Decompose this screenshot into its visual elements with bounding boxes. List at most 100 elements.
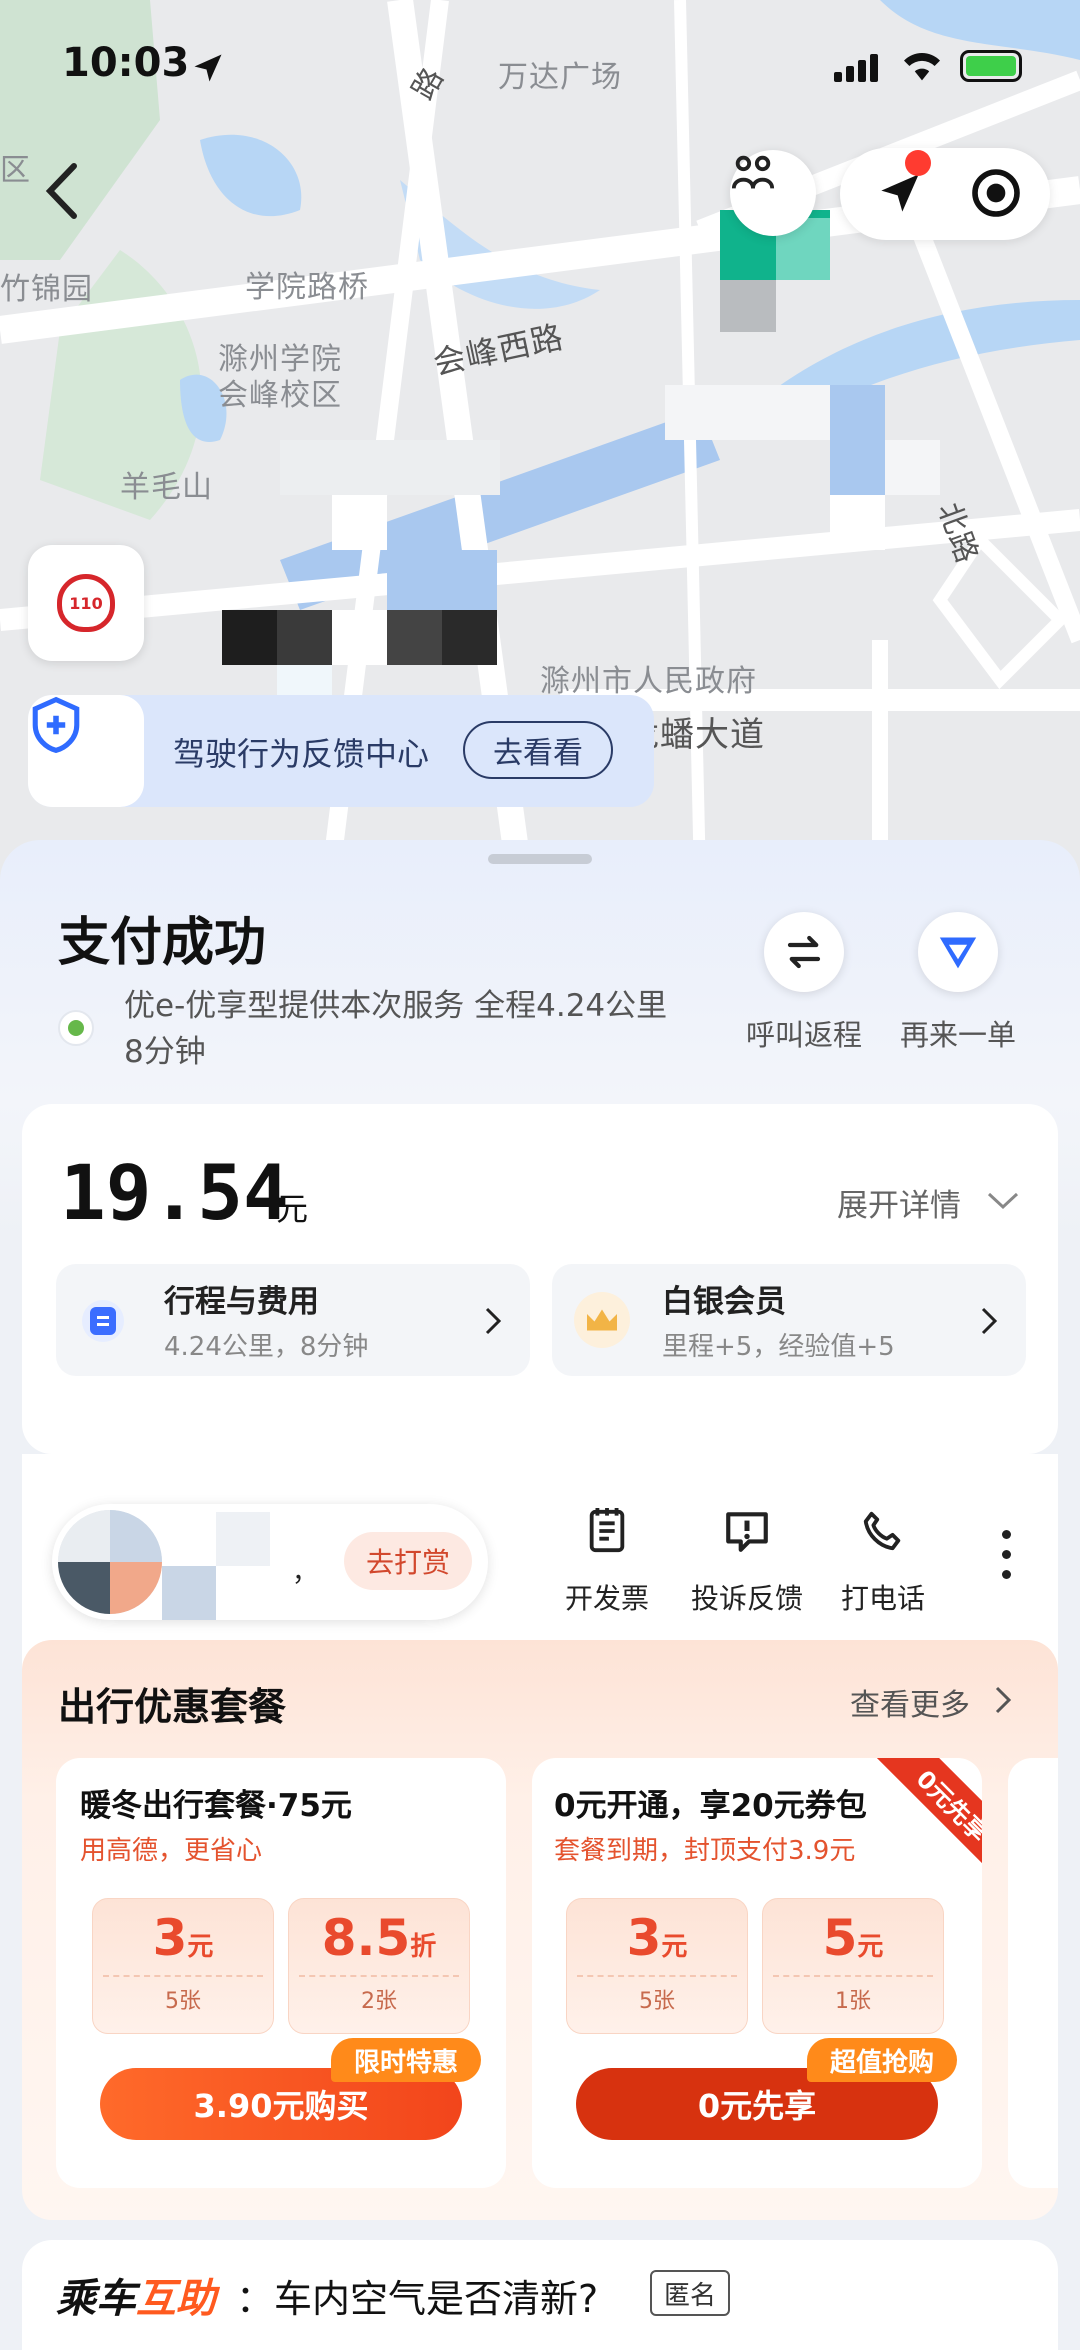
coupon-value: 3 [152,1909,188,1967]
driver-info-pill: ， 去打赏 [52,1504,488,1620]
coupon-unit: 折 [410,1932,437,1962]
payment-unit: 元 [276,1190,309,1228]
redacted-block [830,385,885,495]
expand-details-label[interactable]: 展开详情 [837,1180,961,1225]
coupon-unit: 元 [857,1932,884,1962]
crown-icon [574,1292,630,1348]
redacted-block [162,1566,216,1620]
package-title: 暖冬出行套餐·75元 [80,1788,352,1824]
swap-arrows-icon [787,935,821,969]
membership-detail: 里程+5，经验值+5 [662,1332,895,1362]
coupon-count: 5张 [103,1975,263,2015]
complaint-action[interactable]: 投诉反馈 [682,1506,812,1617]
share-people-button[interactable] [730,150,816,236]
map-label-xueyuanluqiao: 学院路桥 [245,270,369,305]
driver-avatar [58,1510,162,1614]
community-card: 乘车互助 ：车内空气是否清新? 匿名 [22,2240,1058,2350]
packages-section: 出行优惠套餐 查看更多 暖冬出行套餐·75元 用高德，更省心 3元 5张 8.5… [22,1640,1058,2220]
packages-title: 出行优惠套餐 [58,1685,287,1729]
redacted-block [387,610,442,665]
people-icon [731,155,775,189]
package-subtitle: 用高德，更省心 [80,1836,263,1866]
coupon-count: 1张 [773,1975,933,2015]
location-arrow-icon [194,54,222,82]
coupon-unit: 元 [187,1932,214,1962]
return-trip-label[interactable]: 呼叫返程 [744,1012,864,1054]
provider-info-line1: 优e-优享型提供本次服务 全程4.24公里 [124,988,668,1024]
chevron-right-icon [485,1307,502,1335]
redacted-block [216,1512,270,1566]
order-again-label[interactable]: 再来一单 [892,1012,1024,1054]
chevron-right-icon[interactable] [994,1685,1012,1715]
redacted-block [830,495,885,550]
chevron-down-icon[interactable] [985,1190,1021,1212]
map-label-district: 区 [0,153,31,188]
chevron-right-icon [981,1307,998,1335]
value-deal-tag: 超值抢购 [807,2038,957,2082]
map-label-zhujinyuan: 竹锦园 [0,272,93,307]
package-card-partial[interactable] [1008,1758,1058,2188]
membership-entry[interactable]: 白银会员 里程+5，经验值+5 [552,1264,1026,1376]
package-card-free-trial[interactable]: 0元开通，享20元券包 套餐到期，封顶支付3.9元 0元先享 3元 5张 5元 … [532,1758,982,2188]
anonymous-badge: 匿名 [650,2270,730,2316]
map-view[interactable]: 万达广场 学院路桥 会峰西路 滁州学院 会峰校区 羊毛山 竹锦园 滁州市人民政府… [0,0,1080,880]
tip-driver-button[interactable]: 去打赏 [344,1532,472,1590]
coupon-unit: 元 [661,1932,688,1962]
trip-result-sheet: 支付成功 优e-优享型提供本次服务 全程4.24公里 8分钟 呼叫返程 再来一单… [0,840,1080,2350]
status-time: 10:03 [62,40,190,86]
call-action[interactable]: 打电话 [818,1506,948,1617]
feedback-go-button[interactable]: 去看看 [463,721,613,779]
trip-fee-title: 行程与费用 [164,1284,319,1320]
redacted-block [332,495,387,550]
police-110-button[interactable]: 110 [28,545,144,661]
package-card-winter[interactable]: 暖冬出行套餐·75元 用高德，更省心 3元 5张 8.5折 2张 3.90元购买… [56,1758,506,2188]
invoice-icon [589,1508,625,1553]
feedback-banner-text: 驾驶行为反馈中心 [173,735,430,773]
phone-icon [863,1511,901,1551]
redacted-block [277,610,332,665]
feedback-banner[interactable]: 驾驶行为反馈中心 去看看 [28,695,654,807]
map-label-government: 滁州市人民政府 [540,664,757,699]
police-badge-icon: 110 [57,574,115,632]
redacted-block [280,440,500,495]
map-label-wanda: 万达广场 [498,60,622,95]
packages-more-link[interactable]: 查看更多 [850,1680,970,1724]
payment-card: 19.54 元 展开详情 行程与费用 4.24公里，8分钟 白银会员 里程+5，… [22,1104,1058,1454]
trip-fee-entry[interactable]: 行程与费用 4.24公里，8分钟 [56,1264,530,1376]
payment-amount: 19.54 [60,1148,289,1237]
more-options-icon[interactable] [1002,1530,1012,1580]
map-label-yangmaoshan: 羊毛山 [120,470,213,505]
trip-fee-detail: 4.24公里，8分钟 [164,1332,369,1362]
driver-name-comma: ， [292,1558,319,1588]
back-arrow-icon[interactable] [40,160,84,222]
package-subtitle: 套餐到期，封顶支付3.9元 [554,1836,856,1866]
coupon-count: 2张 [299,1975,459,2015]
coupon-value: 3 [626,1909,662,1967]
complaint-icon [726,1512,768,1552]
payment-success-title: 支付成功 [58,913,267,973]
package-title: 0元开通，享20元券包 [554,1788,867,1824]
redacted-block [885,440,940,495]
coupon-85discount: 8.5折 2张 [288,1898,470,2034]
trip-fee-icon [82,1300,124,1342]
map-label-huifeng-campus: 会峰校区 [218,378,342,413]
order-again-button[interactable] [918,912,998,992]
coupon-3yuan: 3元 5张 [92,1898,274,2034]
limited-offer-tag: 限时特惠 [331,2038,481,2082]
return-trip-button[interactable] [764,912,844,992]
invoice-action[interactable]: 开发票 [542,1506,672,1617]
complaint-label: 投诉反馈 [690,1582,803,1615]
redacted-block [332,610,387,665]
community-prefix: 乘车互助 [56,2276,216,2322]
membership-title: 白银会员 [662,1284,786,1320]
redacted-block [442,610,497,665]
provider-info-line2: 8分钟 [124,1034,206,1070]
coupon-3yuan: 3元 5张 [566,1898,748,2034]
sheet-handle[interactable] [488,854,592,864]
community-highlight: 互助 [136,2276,216,2322]
signal-icon [834,54,878,82]
coupon-value: 8.5 [321,1909,411,1967]
redacted-block [665,385,830,440]
shield-plus-icon [32,696,80,754]
locate-icon[interactable] [968,165,1024,221]
